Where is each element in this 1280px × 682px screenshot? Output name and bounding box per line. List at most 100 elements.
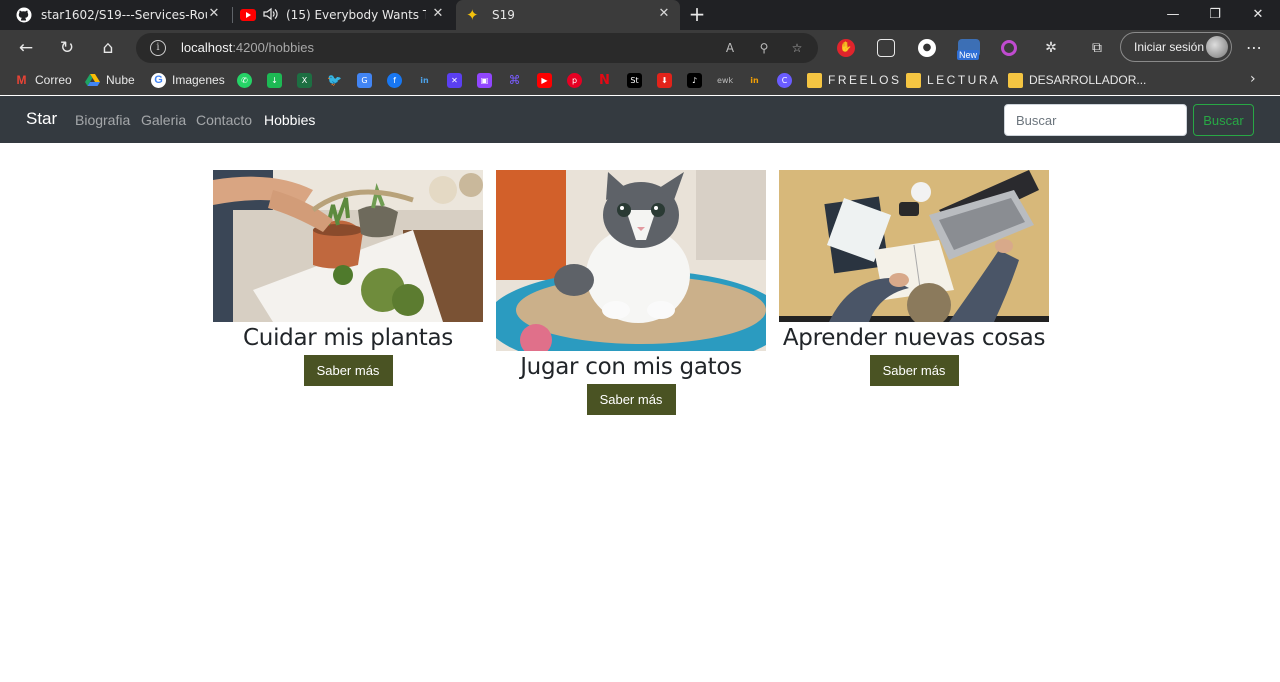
folder-icon [1008,72,1023,88]
chevron-right-icon[interactable]: › [1250,71,1256,87]
facebook-icon[interactable]: f [387,73,402,88]
search-button[interactable]: Buscar [1193,104,1254,136]
extension-profile-icon[interactable]: ● [918,39,936,57]
tab-divider [232,7,233,23]
saber-mas-button[interactable]: Saber más [303,355,393,386]
hobby-card-learning: Aprender nuevas cosas Saber más [779,170,1049,386]
bookmark-correo[interactable]: M Correo [14,71,72,89]
more-options-icon[interactable]: ⋯ [1244,36,1264,60]
tab-youtube[interactable]: (15) Everybody Wants To Ru ✕ [234,0,454,30]
jira-icon[interactable]: ✕ [447,73,462,88]
url-host: localhost [181,40,233,55]
whatsapp-icon[interactable]: ✆ [237,73,252,88]
nav-link-biografia[interactable]: Biografia [75,112,130,128]
signin-button[interactable]: Iniciar sesión [1120,32,1232,62]
browser-tab-strip: star1602/S19---Services-Routing ✕ (15) E… [0,0,1280,30]
tiktok-icon[interactable]: ♪ [687,73,702,88]
plants-photo [213,170,483,322]
download-red-icon[interactable]: ⬇ [657,73,672,88]
new-tab-button[interactable]: + [686,4,708,26]
nav-link-hobbies[interactable]: Hobbies [264,112,315,128]
folder-label: LECTURA [927,73,1001,87]
hobby-title: Cuidar mis plantas [243,325,453,351]
nav-link-contacto[interactable]: Contacto [196,112,252,128]
close-tab-icon[interactable]: ✕ [656,6,672,22]
back-arrow-icon[interactable]: ← [14,36,38,60]
address-bar[interactable]: i localhost:4200/hobbies A ⚲ ☆ [136,33,818,63]
nav-link-galeria[interactable]: Galeria [141,112,186,128]
bookmark-folder-desarrollador[interactable]: DESARROLLADOR... [1008,71,1146,89]
hobby-title: Jugar con mis gatos [520,354,742,380]
search-input[interactable] [1004,104,1187,136]
bookmark-folder-lectura[interactable]: LECTURA [906,71,1001,89]
bookmark-label: Correo [35,73,72,87]
restore-button[interactable]: ❐ [1200,4,1230,26]
stop-extension-icon[interactable]: ✋ [837,39,855,57]
refresh-icon[interactable]: ↻ [55,36,79,60]
folder-label: FREELOS [828,73,902,87]
collections-icon[interactable]: ⧉ [1088,39,1106,57]
bookmark-label: Nube [106,73,135,87]
folder-icon [906,72,921,88]
extensions-puzzle-icon[interactable]: ✲ [1042,39,1060,57]
linkedin-icon[interactable]: in [417,73,432,88]
minimize-button[interactable]: — [1158,4,1188,26]
hobby-card-plants: Cuidar mis plantas Saber más [213,170,483,386]
hobby-title: Aprender nuevas cosas [782,325,1046,351]
new-badge: New [957,50,980,60]
saber-mas-button[interactable]: Saber más [586,384,676,415]
signin-label: Iniciar sesión [1134,40,1205,54]
angular-star-icon: ✦ [466,6,479,24]
tab-title: star1602/S19---Services-Routing [41,8,207,22]
bookmark-imagenes[interactable]: G Imagenes [151,71,225,89]
youtube-bookmark-icon[interactable]: ▶ [537,73,552,88]
site-navbar: Star Biografia Galeria Contacto Hobbies … [0,96,1280,143]
app-grid-icon[interactable]: ⌘ [507,73,522,88]
bookmark-nube[interactable]: Nube [85,71,135,89]
tab-title: (15) Everybody Wants To Ru [286,8,426,22]
tab-layout-icon[interactable] [877,39,895,57]
download-app-icon[interactable]: ↓ [267,73,282,88]
zoom-icon[interactable]: ⚲ [755,39,773,57]
drive-icon [85,73,100,88]
home-icon[interactable]: ⌂ [96,36,120,60]
url-text[interactable]: localhost:4200/hobbies [181,40,314,55]
in-orange-icon[interactable]: in [747,73,762,88]
color-picker-icon[interactable] [1001,40,1017,56]
google-icon: G [151,72,166,88]
folder-icon [807,72,822,88]
saber-mas-button[interactable]: Saber más [869,355,959,386]
canva-icon[interactable]: C [777,73,792,88]
address-toolbar: ← ↻ ⌂ i localhost:4200/hobbies A ⚲ ☆ ✋ ●… [0,30,1280,66]
url-path: :4200/hobbies [232,40,314,55]
folder-label: DESARROLLADOR... [1029,73,1147,87]
gmail-icon: M [16,72,27,87]
info-icon[interactable]: i [150,40,166,56]
close-tab-icon[interactable]: ✕ [430,6,446,22]
speaker-icon[interactable] [262,7,280,24]
close-tab-icon[interactable]: ✕ [206,6,222,22]
pinterest-icon[interactable]: p [567,73,582,88]
excel-icon[interactable]: X [297,73,312,88]
tab-title: S19 [492,8,515,22]
laptop-study-photo [779,170,1049,322]
tab-github[interactable]: star1602/S19---Services-Routing ✕ [8,0,230,30]
translate-icon[interactable]: G [357,73,372,88]
ewk-icon[interactable]: ewk [717,73,733,88]
favorite-star-icon[interactable]: ☆ [788,39,806,57]
tab-s19-active[interactable]: ✦ S19 ✕ [456,0,680,30]
twitch-icon[interactable]: ▣ [477,73,492,88]
bookmark-folder-freelos[interactable]: FREELOS [807,71,902,89]
close-window-button[interactable]: ✕ [1243,4,1273,26]
github-icon [16,7,32,23]
twitter-icon[interactable]: 🐦 [327,73,342,88]
hobby-card-cats: Jugar con mis gatos Saber más [496,170,766,415]
bookmark-label: Imagenes [172,73,225,87]
youtube-icon [240,9,256,21]
bookmarks-bar: M Correo Nube G Imagenes ✆ ↓ X 🐦 G f in … [0,66,1280,95]
brand-link[interactable]: Star [26,109,57,129]
cat-photo [496,170,766,351]
netflix-icon[interactable]: N [597,73,612,88]
st-icon[interactable]: St [627,73,642,88]
read-aloud-icon[interactable]: A [721,39,739,57]
